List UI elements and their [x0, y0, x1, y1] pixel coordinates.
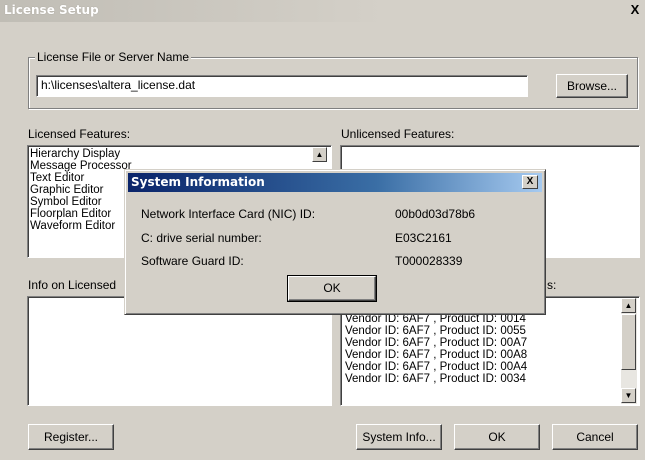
browse-button[interactable]: Browse... — [556, 74, 628, 98]
scroll-down-arrow-icon[interactable]: ▼ — [621, 388, 636, 403]
cancel-button-label: Cancel — [576, 430, 614, 444]
window-title: License Setup — [4, 3, 99, 17]
unlicensed-features-label: Unlicensed Features: — [341, 127, 455, 141]
cancel-button[interactable]: Cancel — [552, 424, 638, 450]
license-file-input[interactable]: h:\licenses\altera_license.dat — [36, 75, 528, 97]
list-item[interactable]: Vendor ID: 6AF7 , Product ID: 0055 — [343, 325, 639, 337]
close-icon[interactable]: X — [627, 2, 643, 18]
drive-serial-value: E03C2161 — [395, 231, 452, 245]
browse-button-label: Browse... — [566, 79, 617, 93]
license-file-legend: License File or Server Name — [35, 50, 192, 64]
system-info-button-label: System Info... — [362, 430, 436, 444]
ok-button[interactable]: OK — [454, 424, 540, 450]
vendor-scrollbar[interactable]: ▲ ▼ — [621, 298, 637, 404]
dialog-title-bar: System Information X — [128, 173, 542, 192]
register-button-label: Register... — [43, 430, 99, 444]
info-right-label-tail: s: — [547, 278, 557, 292]
system-info-button[interactable]: System Info... — [356, 424, 442, 450]
scroll-up-arrow-icon[interactable]: ▲ — [312, 147, 327, 162]
list-item[interactable]: Vendor ID: 6AF7 , Product ID: 00A7 — [343, 337, 639, 349]
title-bar: License Setup X — [0, 0, 645, 22]
list-item[interactable]: Hierarchy Display — [28, 148, 331, 160]
drive-serial-label: C: drive serial number: — [141, 231, 262, 245]
list-item[interactable]: Vendor ID: 6AF7 , Product ID: 00A4 — [343, 361, 639, 373]
list-item[interactable]: Vendor ID: 6AF7 , Product ID: 00A8 — [343, 349, 639, 361]
scrollbar-thumb[interactable] — [621, 314, 636, 370]
info-licensed-label: Info on Licensed — [28, 278, 117, 292]
list-item[interactable]: Vendor ID: 6AF7 , Product ID: 0034 — [343, 373, 639, 385]
scroll-up-arrow-icon[interactable]: ▲ — [621, 298, 636, 313]
software-guard-label: Software Guard ID: — [141, 254, 244, 268]
register-button[interactable]: Register... — [28, 424, 114, 450]
dialog-ok-button[interactable]: OK — [287, 275, 377, 302]
licensed-features-label: Licensed Features: — [28, 127, 131, 141]
dialog-ok-button-label: OK — [323, 281, 341, 295]
ok-button-label: OK — [488, 430, 506, 444]
license-setup-window: License Setup X License File or Server N… — [0, 0, 645, 460]
close-icon[interactable]: X — [522, 175, 538, 189]
nic-id-label: Network Interface Card (NIC) ID: — [141, 207, 316, 221]
nic-id-value: 00b0d03d78b6 — [395, 207, 476, 221]
dialog-title: System Information — [131, 175, 265, 189]
system-information-dialog: System Information X Network Interface C… — [124, 169, 546, 315]
software-guard-value: T000028339 — [395, 254, 463, 268]
